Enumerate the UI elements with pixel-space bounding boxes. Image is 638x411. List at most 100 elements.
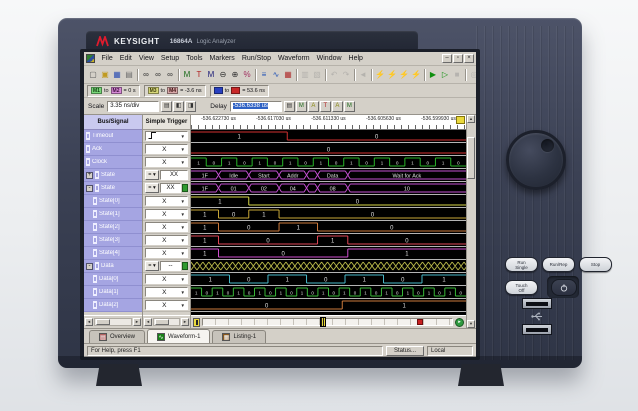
scale-zoom-in-icon[interactable]: ◧ (173, 101, 184, 112)
waveform-hscrollbar[interactable]: ▸ (191, 315, 466, 328)
trigger-dropdown[interactable]: ▼ (145, 131, 188, 141)
listing-window-icon[interactable]: ▦ (282, 69, 294, 81)
menu-tools[interactable]: Tools (183, 55, 206, 62)
bus-signal-row-state-1-6[interactable]: State[1] (84, 208, 142, 221)
run-single-button[interactable]: RunSingle (505, 257, 538, 272)
waveform-canvas[interactable]: 1001010101010101010101FIdleStartAddrData… (191, 130, 466, 315)
bus-signal-row-state-4[interactable]: -State (84, 182, 142, 195)
waveform-row-data-1-12[interactable]: 10101010101010101010101010 (191, 286, 466, 299)
scroll-right-icon[interactable]: ► (181, 318, 189, 326)
scroll-left-icon[interactable]: ◄ (144, 318, 152, 326)
marker-position-icon[interactable] (417, 319, 423, 325)
equals-dropdown[interactable]: = ▾ (145, 183, 159, 193)
minimize-button[interactable]: – (442, 54, 452, 63)
names-scroll-track[interactable] (94, 318, 132, 326)
trigger-dropdown[interactable]: X▼ (145, 300, 188, 310)
trigger-preset-3-icon[interactable]: ⚡ (398, 69, 410, 81)
tab-waveform-1[interactable]: ∿Waveform-1 (147, 329, 210, 343)
trigger-dropdown[interactable]: X▼ (145, 157, 188, 167)
find-icon[interactable]: ∞ (140, 69, 152, 81)
find-prev-icon[interactable]: ∞ (164, 69, 176, 81)
scale-zoom-out-icon[interactable]: ◨ (185, 101, 196, 112)
scroll-thumb[interactable] (467, 137, 475, 179)
waveform-row-state-0-5[interactable]: 10 (191, 195, 466, 208)
trigger-dropdown[interactable]: X▼ (145, 274, 188, 284)
waveform-row-data-0-11[interactable]: 1010101 (191, 273, 466, 286)
menu-view[interactable]: View (135, 55, 157, 62)
trigger-scroll-track[interactable] (153, 318, 180, 326)
power-button[interactable] (551, 279, 577, 296)
delay-input[interactable]: -536.6338 us (230, 101, 282, 112)
goto-end-icon[interactable]: A (332, 101, 343, 112)
scroll-right-icon[interactable]: ► (133, 318, 141, 326)
touch-off-button[interactable]: TouchOff (505, 280, 538, 295)
goto-m2-icon[interactable]: M (205, 69, 217, 81)
save-icon[interactable]: ▦ (111, 69, 123, 81)
print-icon[interactable]: ▤ (123, 69, 135, 81)
waveform-row-data-10[interactable] (191, 260, 466, 273)
waveform-row-timeout-0[interactable]: 10 (191, 130, 466, 143)
expander-icon[interactable]: - (86, 263, 93, 270)
begin-of-data-icon[interactable] (193, 318, 200, 327)
scroll-down-icon[interactable]: ▼ (467, 320, 475, 328)
waveform-row-state-1-6[interactable]: 1010 (191, 208, 466, 221)
waveform-window-icon[interactable]: ∿ (270, 69, 282, 81)
zoom-percent-icon[interactable]: % (241, 69, 253, 81)
trigger-value-input[interactable]: XX (160, 183, 181, 193)
waveform-vscrollbar[interactable]: ▲ ▼ (466, 115, 476, 328)
bus-signal-row-state-4-9[interactable]: State[4] (84, 247, 142, 260)
trigger-dropdown[interactable]: X▼ (145, 209, 188, 219)
waveform-row-state-4[interactable]: 1F0102040810 (191, 182, 466, 195)
trigger-preset-1-icon[interactable]: ⚡ (374, 69, 386, 81)
zoom-out-icon[interactable]: ⊖ (217, 69, 229, 81)
trigger-dropdown[interactable]: X▼ (145, 287, 188, 297)
stop-button[interactable]: Stop (579, 257, 612, 272)
go-to-end-icon[interactable]: ▸ (455, 318, 464, 327)
waveform-row-state-3[interactable]: 1FIdleStartAddrDataWait for Ack (191, 169, 466, 182)
scale-input[interactable]: 3.35 ns/div (107, 101, 159, 112)
trigger-value-input[interactable]: -- (160, 261, 181, 271)
goto-trigger-icon[interactable]: T (193, 69, 205, 81)
menu-file[interactable]: File (98, 55, 116, 62)
status-button[interactable]: Status... (386, 346, 424, 356)
tab-listing-1[interactable]: ▦Listing-1 (212, 330, 266, 343)
trigger-preset-2-icon[interactable]: ⚡ (386, 69, 398, 81)
menu-setup[interactable]: Setup (157, 55, 182, 62)
bus-signal-row-state-3[interactable]: +State (84, 169, 142, 182)
menu-waveform[interactable]: Waveform (275, 55, 314, 62)
maximize-button[interactable]: ▫ (453, 54, 463, 63)
bus-signal-row-clock-2[interactable]: Clock (84, 156, 142, 169)
bus-signal-row-timeout-0[interactable]: Timeout (84, 130, 142, 143)
waveform-row-state-4-9[interactable]: 101 (191, 247, 466, 260)
waveform-row-clock-2[interactable]: 101010101010101010 (191, 156, 466, 169)
scroll-left-icon[interactable]: ◄ (85, 318, 93, 326)
usb-port[interactable] (522, 298, 552, 309)
goto-marker-m2-icon[interactable]: M (344, 101, 355, 112)
trigger-value-input[interactable]: XX (160, 170, 188, 180)
bus-signal-row-data-0-11[interactable]: Data[0] (84, 273, 142, 286)
bus-signal-row-state-3-8[interactable]: State[3] (84, 234, 142, 247)
bus-signal-row-data-1-12[interactable]: Data[1] (84, 286, 142, 299)
close-button[interactable]: × (464, 54, 474, 63)
usb-port[interactable] (522, 324, 552, 335)
expander-icon[interactable]: + (86, 172, 93, 179)
trigger-hscrollbar[interactable]: ◄ ► (143, 315, 190, 328)
trigger-dropdown[interactable]: X▼ (145, 144, 188, 154)
trigger-dropdown[interactable]: X▼ (145, 222, 188, 232)
run-icon[interactable]: ▶ (427, 69, 439, 81)
trigger-dropdown[interactable]: X▼ (145, 196, 188, 206)
bus-signal-row-state-0-5[interactable]: State[0] (84, 195, 142, 208)
waveform-row-state-2-7[interactable]: 1010 (191, 221, 466, 234)
bus-signal-row-ack-1[interactable]: Ack (84, 143, 142, 156)
menu-window[interactable]: Window (313, 55, 345, 62)
new-file-icon[interactable]: ▢ (87, 69, 99, 81)
waveform-scroll-track[interactable] (202, 318, 453, 326)
trigger-preset-4-icon[interactable]: ⚡ (410, 69, 422, 81)
scroll-thumb[interactable] (155, 319, 169, 325)
equals-dropdown[interactable]: = ▾ (145, 261, 159, 271)
menu-help[interactable]: Help (345, 55, 366, 62)
zoom-in-icon[interactable]: ⊕ (229, 69, 241, 81)
run-repetitive-icon[interactable]: ▷ (439, 69, 451, 81)
goto-begin-icon[interactable]: A (308, 101, 319, 112)
menu-markers[interactable]: Markers (206, 55, 238, 62)
